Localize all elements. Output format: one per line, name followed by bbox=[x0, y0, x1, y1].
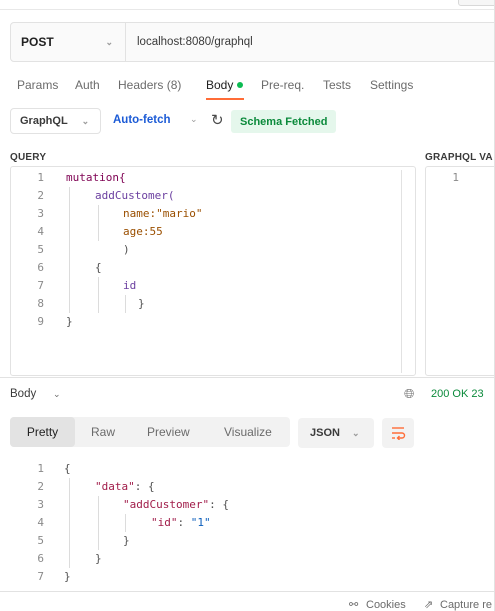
line-number: 5 bbox=[37, 243, 44, 256]
line-number: 5 bbox=[37, 534, 44, 547]
code-line: { bbox=[95, 261, 102, 274]
response-body-tab[interactable]: Body bbox=[10, 388, 36, 400]
chevron-down-icon[interactable]: ⌄ bbox=[190, 114, 198, 125]
variables-editor[interactable] bbox=[425, 166, 495, 376]
line-number: 2 bbox=[37, 189, 44, 202]
capture-icon[interactable]: ⇗ bbox=[424, 598, 433, 611]
body-status-dot bbox=[237, 81, 244, 88]
chevron-down-icon[interactable]: ⌄ bbox=[53, 389, 61, 400]
line-number: 9 bbox=[37, 315, 44, 328]
indent-guide bbox=[98, 496, 99, 550]
method-select[interactable]: POST ⌄ bbox=[11, 23, 126, 61]
json-key: "data" bbox=[95, 480, 135, 493]
line-number: 3 bbox=[37, 207, 44, 220]
json-line: } bbox=[123, 534, 130, 547]
tab-body-label: Body bbox=[206, 78, 234, 92]
cookie-icon[interactable]: ⚯ bbox=[349, 598, 358, 611]
line-number: 3 bbox=[37, 498, 44, 511]
chevron-down-icon: ⌄ bbox=[351, 427, 360, 438]
top-strip bbox=[0, 0, 495, 10]
variables-section-label: GRAPHQL VA bbox=[425, 152, 493, 163]
code-line: } bbox=[66, 315, 73, 328]
json-key: "addCustomer" bbox=[123, 498, 210, 511]
json-line: } bbox=[64, 570, 71, 583]
json-punct: : bbox=[177, 516, 191, 529]
query-section-label: QUERY bbox=[10, 152, 47, 163]
body-mode-label: GraphQL bbox=[20, 115, 68, 127]
indent-guide bbox=[98, 205, 99, 241]
json-line: "data": { bbox=[95, 478, 155, 496]
url-input[interactable]: localhost:8080/graphql bbox=[126, 23, 253, 61]
code-line: id bbox=[123, 279, 137, 292]
schema-status-badge: Schema Fetched bbox=[231, 110, 337, 133]
json-line: } bbox=[95, 552, 102, 565]
view-tab-raw[interactable]: Raw bbox=[91, 425, 115, 439]
line-number: 2 bbox=[37, 480, 44, 493]
indent-guide bbox=[69, 478, 70, 568]
format-label: JSON bbox=[310, 427, 340, 439]
indent-guide bbox=[125, 295, 126, 313]
json-key: "id" bbox=[151, 516, 178, 529]
view-tab-pretty[interactable]: Pretty bbox=[10, 417, 75, 447]
format-select[interactable]: JSON ⌄ bbox=[298, 418, 374, 448]
view-tab-visualize[interactable]: Visualize bbox=[224, 425, 272, 439]
wrap-lines-button[interactable] bbox=[382, 418, 414, 448]
indent-guide bbox=[69, 187, 70, 313]
tab-settings[interactable]: Settings bbox=[370, 78, 413, 100]
code-line: ) bbox=[123, 243, 130, 256]
code-line: } bbox=[138, 297, 145, 310]
line-number: 1 bbox=[452, 171, 459, 184]
view-tab-preview[interactable]: Preview bbox=[147, 425, 190, 439]
json-line: "addCustomer": { bbox=[123, 496, 229, 514]
tab-body[interactable]: Body bbox=[206, 78, 244, 100]
code-line: addCustomer( bbox=[95, 189, 175, 202]
tab-params[interactable]: Params bbox=[17, 78, 58, 100]
line-number: 7 bbox=[37, 570, 44, 583]
tab-prereq[interactable]: Pre-req. bbox=[261, 78, 304, 100]
json-punct: : { bbox=[209, 498, 229, 511]
code-line: name:"mario" bbox=[123, 207, 203, 220]
json-value: "1" bbox=[190, 516, 211, 529]
status-footer bbox=[0, 591, 495, 611]
body-mode-select[interactable]: GraphQL ⌄ bbox=[10, 108, 101, 134]
chevron-down-icon: ⌄ bbox=[105, 36, 113, 47]
indent-guide bbox=[98, 277, 99, 313]
line-number: 1 bbox=[37, 462, 44, 475]
response-status: 200 OK 23 bbox=[431, 388, 484, 400]
chevron-down-icon: ⌄ bbox=[81, 115, 90, 126]
tab-tests[interactable]: Tests bbox=[323, 78, 351, 100]
globe-icon[interactable]: 🌐︎ bbox=[404, 386, 414, 402]
line-number: 4 bbox=[37, 516, 44, 529]
method-label: POST bbox=[21, 35, 54, 49]
json-line: { bbox=[64, 462, 71, 475]
cookies-button[interactable]: Cookies bbox=[366, 599, 406, 611]
query-editor-scrollbar[interactable] bbox=[401, 170, 414, 373]
indent-guide bbox=[125, 514, 126, 532]
line-number: 6 bbox=[37, 552, 44, 565]
json-punct: : { bbox=[134, 480, 155, 493]
line-number: 6 bbox=[37, 261, 44, 274]
refresh-icon[interactable]: ↻ bbox=[211, 111, 224, 129]
response-bar bbox=[0, 377, 495, 409]
active-tab-indicator bbox=[206, 98, 244, 100]
code-line: mutation{ bbox=[66, 171, 126, 184]
query-editor[interactable] bbox=[10, 166, 416, 376]
line-number: 7 bbox=[37, 279, 44, 292]
json-line: "id": "1" bbox=[151, 514, 211, 532]
top-button[interactable] bbox=[458, 0, 495, 6]
capture-requests-button[interactable]: Capture re bbox=[440, 599, 492, 611]
request-bar: POST ⌄ localhost:8080/graphql bbox=[10, 22, 495, 62]
line-number: 4 bbox=[37, 225, 44, 238]
line-number: 1 bbox=[37, 171, 44, 184]
tab-headers[interactable]: Headers (8) bbox=[118, 78, 181, 100]
wrap-lines-icon bbox=[392, 427, 406, 440]
line-number: 8 bbox=[37, 297, 44, 310]
code-line: age:55 bbox=[123, 225, 163, 238]
tab-auth[interactable]: Auth bbox=[75, 78, 100, 100]
autofetch-button[interactable]: Auto-fetch bbox=[113, 114, 171, 126]
